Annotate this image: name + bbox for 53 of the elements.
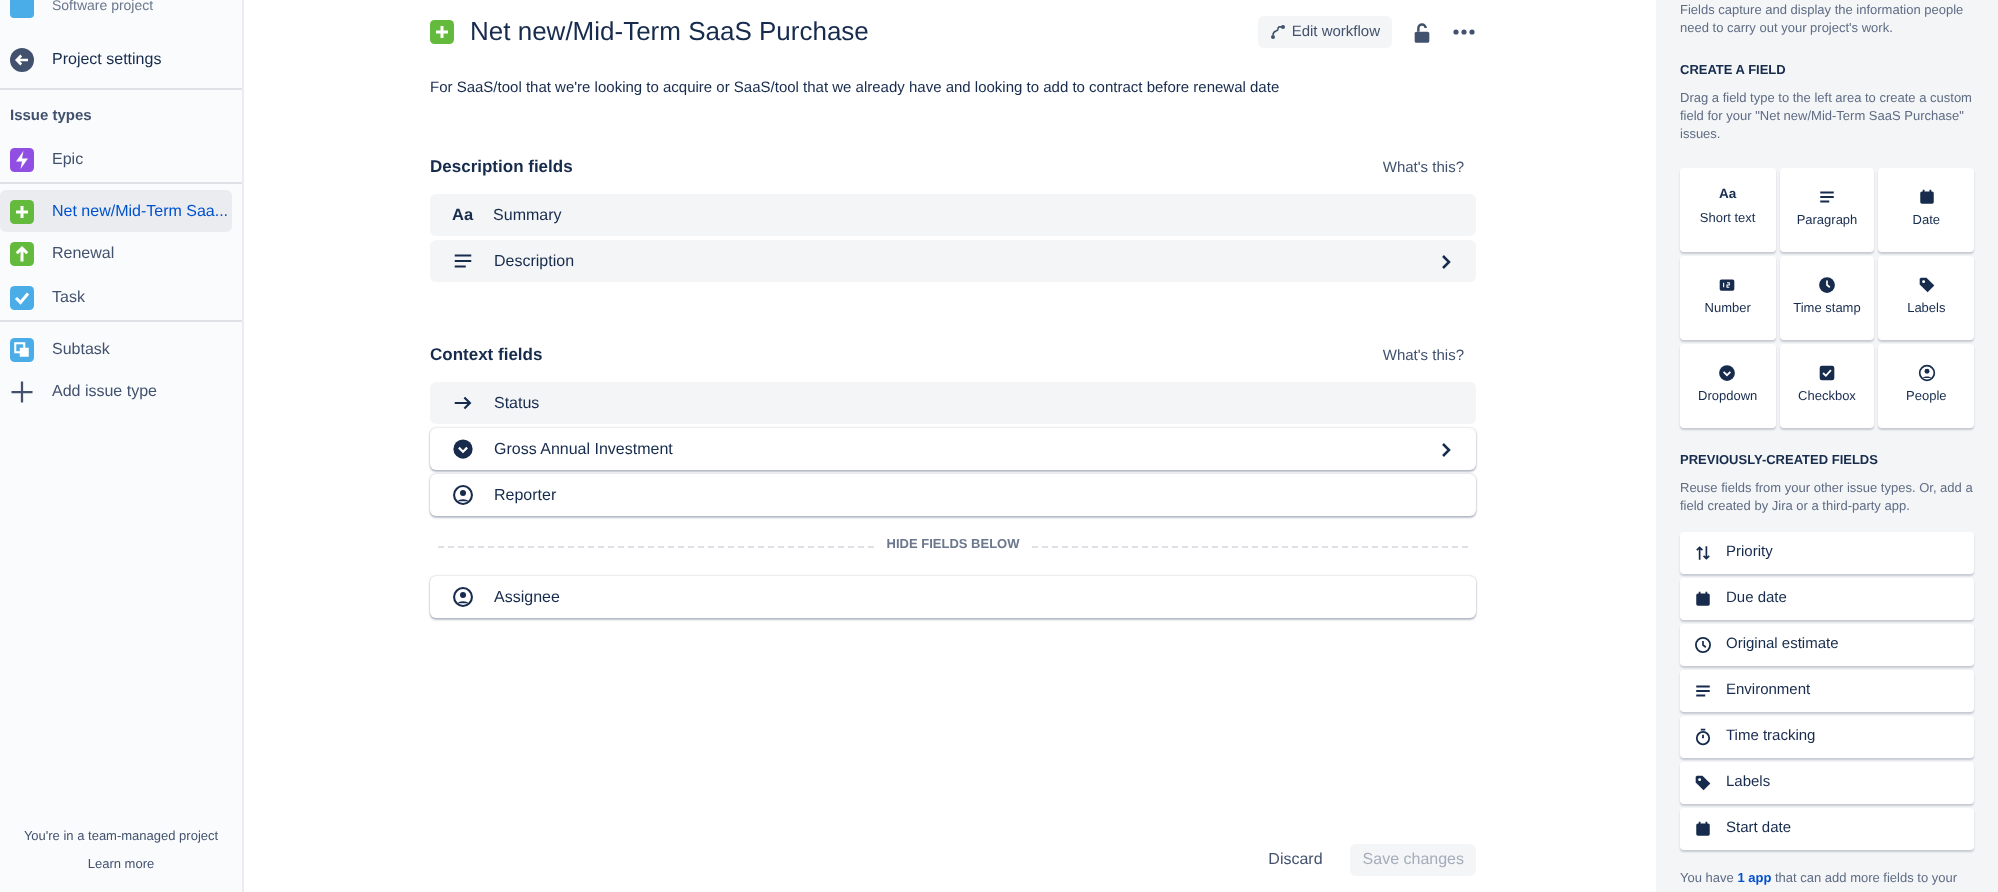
field-row[interactable]: Aa Summary (430, 194, 1476, 237)
discard-button[interactable]: Discard (1260, 844, 1331, 876)
chevron-right-icon[interactable] (1438, 441, 1454, 458)
field-label: Description (494, 249, 575, 274)
field-row[interactable]: Reporter (430, 474, 1476, 517)
number-icon (1718, 275, 1737, 294)
calendar-icon (1694, 819, 1712, 837)
clock-icon (1817, 275, 1836, 294)
more-options-icon[interactable] (1452, 28, 1476, 36)
issue-type-item[interactable]: Subtask (0, 328, 232, 371)
sidebar-item[interactable]: Project settings (0, 42, 242, 78)
chevron-right-icon[interactable] (1438, 253, 1454, 270)
clock-icon (1694, 635, 1712, 653)
calendar-icon (1917, 187, 1936, 206)
plus-square-icon (430, 20, 454, 44)
workflow-icon (1269, 24, 1286, 40)
back-arrow-icon (10, 48, 34, 72)
field-label: Gross Annual Investment (494, 437, 673, 462)
field-row[interactable]: Status (430, 382, 1476, 425)
field-row[interactable]: Assignee (430, 576, 1476, 618)
dropdown-icon (1718, 363, 1737, 382)
text-format-icon: Aa (452, 207, 474, 224)
stopwatch-icon (1694, 727, 1712, 745)
issue-type-item[interactable]: Renewal (0, 232, 232, 275)
field-row[interactable]: Gross Annual Investment (430, 428, 1476, 471)
field-row[interactable]: Description (430, 240, 1476, 283)
add-issue-type-button[interactable]: Add issue type (0, 370, 242, 413)
issue-type-item[interactable]: Net new/Mid-Term Saa... (0, 190, 232, 233)
plus-icon (10, 379, 34, 404)
issue-type-item[interactable]: Task (0, 274, 242, 323)
unlocked-padlock-icon[interactable] (1412, 21, 1432, 43)
field-label: Status (494, 391, 540, 416)
field-label: Reporter (494, 483, 557, 508)
paragraph-icon (1694, 681, 1712, 699)
paragraph-icon (1817, 187, 1836, 206)
person-icon (1917, 363, 1936, 382)
page-title: Net new/Mid-Term SaaS Purchase (470, 14, 869, 51)
field-label: Summary (493, 203, 562, 228)
arrow-right-icon (452, 392, 474, 415)
calendar-icon (1694, 589, 1712, 607)
checkbox-icon (1817, 363, 1836, 382)
dropdown-icon (452, 438, 474, 461)
paragraph-icon (452, 250, 474, 273)
section-heading: Context fields (430, 341, 543, 368)
field-label: Assignee (494, 585, 560, 609)
priority-arrows-icon (1694, 543, 1712, 561)
tag-icon (1917, 275, 1936, 294)
project-avatar-icon (10, 0, 34, 18)
person-icon (452, 586, 474, 608)
section-heading: Description fields (430, 153, 573, 180)
tag-icon (1694, 773, 1712, 791)
person-icon (452, 484, 474, 507)
issue-type-item[interactable]: Epic (0, 136, 242, 185)
